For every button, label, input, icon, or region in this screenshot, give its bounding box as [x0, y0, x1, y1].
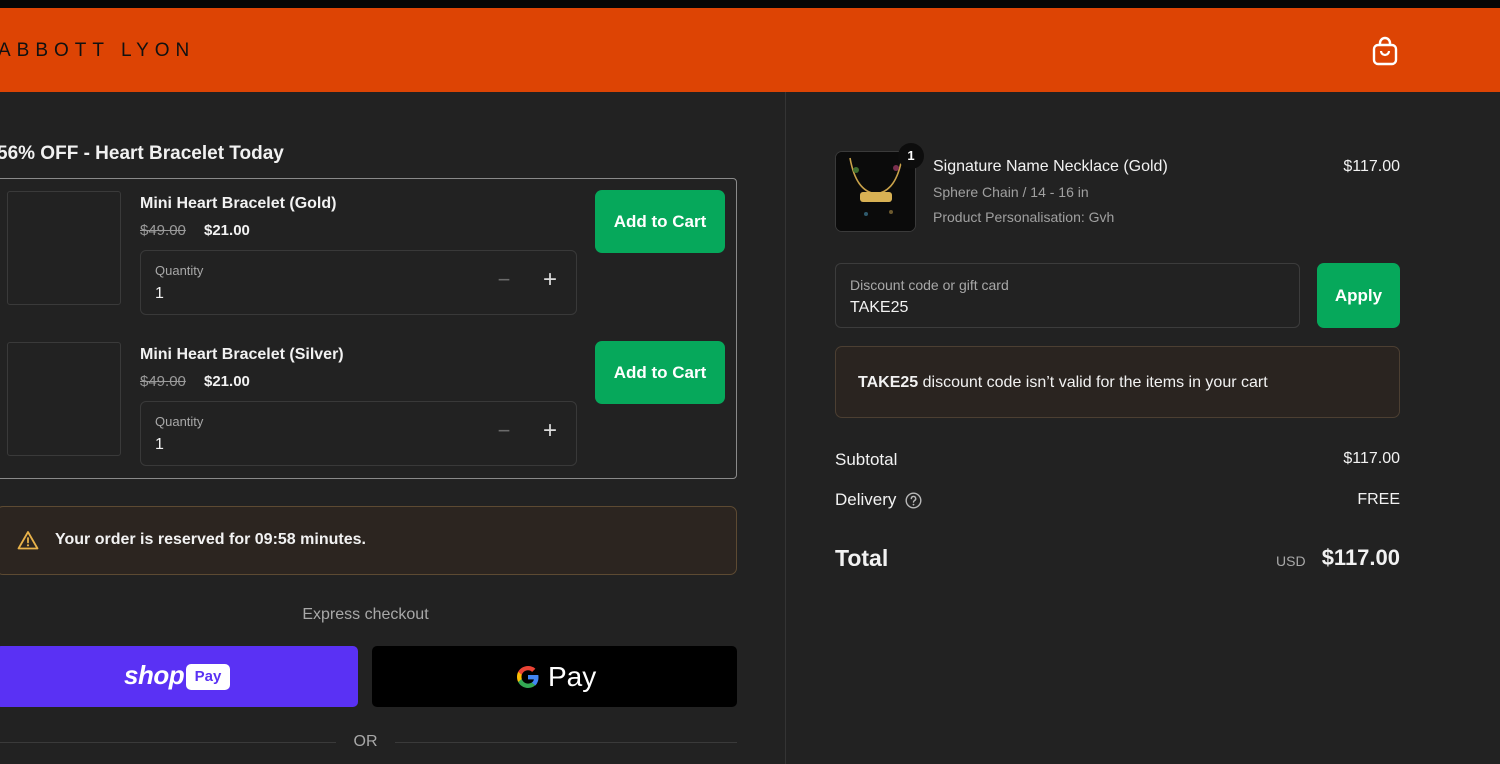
quantity-value[interactable]: 1 — [155, 436, 164, 454]
quantity-label: Quantity — [155, 414, 204, 429]
total-value: $117.00 — [1321, 545, 1400, 570]
quantity-label: Quantity — [155, 263, 204, 278]
error-code: TAKE25 — [858, 374, 919, 391]
warning-icon — [17, 531, 39, 550]
sale-price: $21.00 — [204, 222, 250, 239]
decrease-quantity-button[interactable]: − — [493, 420, 515, 442]
increase-quantity-button[interactable]: + — [539, 268, 561, 292]
google-g-icon — [517, 666, 539, 688]
shop-pay-wordmark: shop — [124, 660, 185, 690]
google-pay-button[interactable]: Pay — [372, 646, 737, 707]
upsell-box: Mini Heart Bracelet (Gold) $49.00 $21.00… — [0, 178, 737, 479]
reservation-message: Your order is reserved for 09:58 minutes… — [55, 531, 366, 548]
quantity-value[interactable]: 1 — [155, 285, 164, 303]
upsell-item-name: Mini Heart Bracelet (Silver) — [140, 346, 344, 363]
original-price: $49.00 — [140, 222, 186, 239]
discount-error-banner: TAKE25 discount code isn’t valid for the… — [835, 346, 1400, 418]
error-detail: discount code isn’t valid for the items … — [918, 374, 1268, 391]
shopping-bag-icon[interactable] — [1371, 36, 1399, 66]
upsell-title: 56% OFF - Heart Bracelet Today — [0, 143, 284, 164]
site-header: ABBOTT LYON — [0, 8, 1500, 92]
discount-field[interactable]: Discount code or gift card — [835, 263, 1300, 328]
add-to-cart-button[interactable]: Add to Cart — [595, 190, 725, 253]
or-divider-right — [395, 742, 737, 743]
order-product-personalisation: Product Personalisation: Gvh — [933, 209, 1115, 225]
column-divider — [785, 92, 786, 764]
subtotal-value: $117.00 — [1343, 450, 1400, 467]
delivery-value: FREE — [1357, 491, 1400, 508]
discount-error-message: TAKE25 discount code isn’t valid for the… — [858, 374, 1268, 392]
express-checkout-label: Express checkout — [302, 606, 429, 623]
subtotal-label: Subtotal — [835, 450, 898, 469]
total-label: Total — [835, 545, 889, 571]
shop-pay-pill: Pay — [186, 664, 230, 690]
increase-quantity-button[interactable]: + — [539, 419, 561, 443]
window-top-strip — [0, 0, 1500, 8]
google-pay-wordmark: Pay — [548, 661, 597, 692]
help-circle-icon[interactable] — [905, 492, 922, 509]
store-logo[interactable]: ABBOTT LYON — [0, 40, 195, 62]
apply-discount-button[interactable]: Apply — [1317, 263, 1400, 328]
upsell-item-silver: Mini Heart Bracelet (Silver) $49.00 $21.… — [0, 330, 738, 470]
discount-field-label: Discount code or gift card — [850, 277, 1009, 293]
quantity-stepper[interactable]: Quantity 1 − + — [140, 401, 577, 466]
product-thumbnail — [7, 191, 121, 305]
or-separator: OR — [353, 733, 378, 750]
quantity-badge: 1 — [898, 143, 924, 169]
decrease-quantity-button[interactable]: − — [493, 269, 515, 291]
quantity-stepper[interactable]: Quantity 1 − + — [140, 250, 577, 315]
upsell-item-name: Mini Heart Bracelet (Gold) — [140, 195, 337, 212]
original-price: $49.00 — [140, 373, 186, 390]
add-to-cart-button[interactable]: Add to Cart — [595, 341, 725, 404]
order-product-name: Signature Name Necklace (Gold) — [933, 158, 1168, 175]
upsell-item-gold: Mini Heart Bracelet (Gold) $49.00 $21.00… — [0, 179, 738, 319]
product-thumbnail — [7, 342, 121, 456]
order-product-price: $117.00 — [1343, 158, 1400, 175]
reservation-banner: Your order is reserved for 09:58 minutes… — [0, 506, 737, 575]
sale-price: $21.00 — [204, 373, 250, 390]
delivery-label: Delivery — [835, 490, 897, 509]
or-divider-left — [0, 742, 336, 743]
shop-pay-button[interactable]: shop Pay — [0, 646, 358, 707]
order-product-variant: Sphere Chain / 14 - 16 in — [933, 184, 1089, 200]
discount-input[interactable] — [850, 297, 1270, 319]
